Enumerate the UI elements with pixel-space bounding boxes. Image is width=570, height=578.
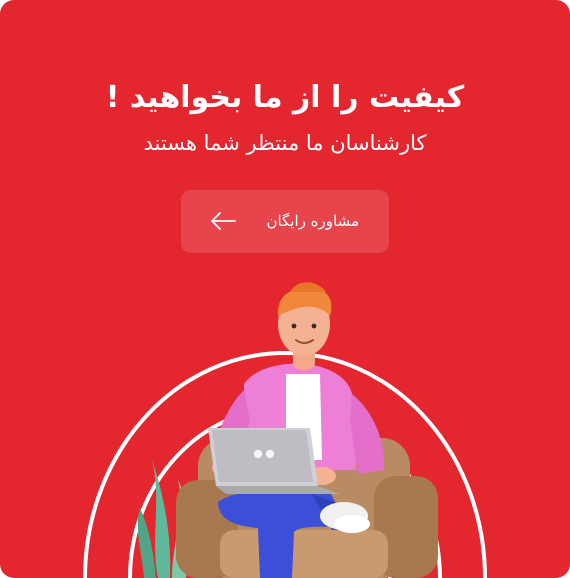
banner-headline: کیفیت را از ما بخواهید ! [105,80,465,115]
banner-subheadline: کارشناسان ما منتظر شما هستند [143,131,427,155]
free-consultation-button[interactable]: مشاوره رایگان [181,190,389,253]
free-consultation-label: مشاوره رایگان [266,212,359,230]
person-with-laptop-illustration [83,282,487,578]
promo-banner: کیفیت را از ما بخواهید ! کارشناسان ما من… [0,0,570,578]
arrow-left-icon [211,212,236,230]
